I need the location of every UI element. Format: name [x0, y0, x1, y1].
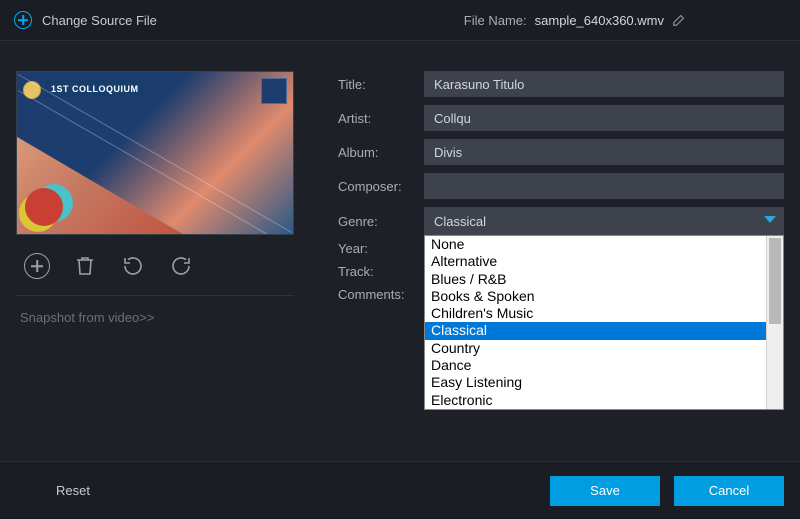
- label-artist: Artist:: [338, 111, 424, 126]
- left-panel: 1ST COLLOQUIUM Snapshot from video>>: [16, 71, 306, 451]
- input-album[interactable]: [424, 139, 784, 165]
- genre-select-value[interactable]: Classical: [424, 207, 784, 235]
- snapshot-from-video-link[interactable]: Snapshot from video>>: [16, 310, 154, 325]
- genre-dropdown-list: None Alternative Blues / R&B Books & Spo…: [425, 236, 766, 409]
- label-genre: Genre:: [338, 214, 424, 229]
- delete-image-button[interactable]: [72, 253, 98, 279]
- label-comments: Comments:: [338, 287, 424, 302]
- input-composer[interactable]: [424, 173, 784, 199]
- genre-option[interactable]: Blues / R&B: [425, 271, 766, 288]
- label-album: Album:: [338, 145, 424, 160]
- genre-option[interactable]: Country: [425, 340, 766, 357]
- filename-value: sample_640x360.wmv: [535, 13, 664, 28]
- label-track: Track:: [338, 264, 424, 279]
- thumbnail-banner: 1ST COLLOQUIUM: [45, 80, 145, 98]
- plus-circle-icon: [24, 253, 50, 279]
- footer: Reset Save Cancel: [0, 461, 800, 519]
- label-year: Year:: [338, 241, 424, 256]
- app-header: Change Source File File Name: sample_640…: [0, 0, 800, 40]
- genre-option[interactable]: Children's Music: [425, 305, 766, 322]
- add-image-button[interactable]: [24, 253, 50, 279]
- label-title: Title:: [338, 77, 424, 92]
- thumbnail-toolbar: [16, 235, 294, 296]
- genre-option[interactable]: None: [425, 236, 766, 253]
- row-composer: Composer:: [338, 173, 784, 199]
- input-title[interactable]: [424, 71, 784, 97]
- label-composer: Composer:: [338, 179, 424, 194]
- metadata-form: Title: Artist: Album: Composer: Genre: C…: [306, 71, 784, 451]
- change-source-button[interactable]: Change Source File: [14, 11, 157, 29]
- genre-option[interactable]: Alternative: [425, 253, 766, 270]
- genre-dropdown: None Alternative Blues / R&B Books & Spo…: [424, 235, 784, 410]
- row-artist: Artist:: [338, 105, 784, 131]
- video-thumbnail[interactable]: 1ST COLLOQUIUM: [16, 71, 294, 235]
- input-artist[interactable]: [424, 105, 784, 131]
- save-button[interactable]: Save: [550, 476, 660, 506]
- genre-option[interactable]: Easy Listening: [425, 374, 766, 391]
- row-album: Album:: [338, 139, 784, 165]
- filename-display: File Name: sample_640x360.wmv: [464, 13, 686, 28]
- main-content: 1ST COLLOQUIUM Snapshot from video>>: [0, 41, 800, 461]
- dropdown-scrollbar[interactable]: [766, 236, 783, 409]
- scrollbar-thumb[interactable]: [769, 238, 781, 324]
- rotate-right-button[interactable]: [168, 253, 194, 279]
- genre-select[interactable]: Classical None Alternative Blues / R&B B…: [424, 207, 784, 235]
- change-source-label: Change Source File: [42, 13, 157, 28]
- gear-icon: [25, 188, 63, 226]
- filename-label: File Name:: [464, 13, 527, 28]
- edit-filename-button[interactable]: [672, 13, 686, 27]
- thumbnail-corner-box: [261, 78, 287, 104]
- cancel-button[interactable]: Cancel: [674, 476, 784, 506]
- reset-button[interactable]: Reset: [16, 483, 90, 498]
- genre-option[interactable]: Dance: [425, 357, 766, 374]
- genre-option[interactable]: Electronic: [425, 392, 766, 409]
- genre-option-selected[interactable]: Classical: [425, 322, 766, 339]
- rotate-left-button[interactable]: [120, 253, 146, 279]
- plus-circle-icon: [14, 11, 32, 29]
- medal-icon: [23, 81, 41, 99]
- row-title: Title:: [338, 71, 784, 97]
- genre-option[interactable]: Books & Spoken: [425, 288, 766, 305]
- row-genre: Genre: Classical None Alternative Blues …: [338, 207, 784, 235]
- chevron-down-icon: [764, 216, 776, 223]
